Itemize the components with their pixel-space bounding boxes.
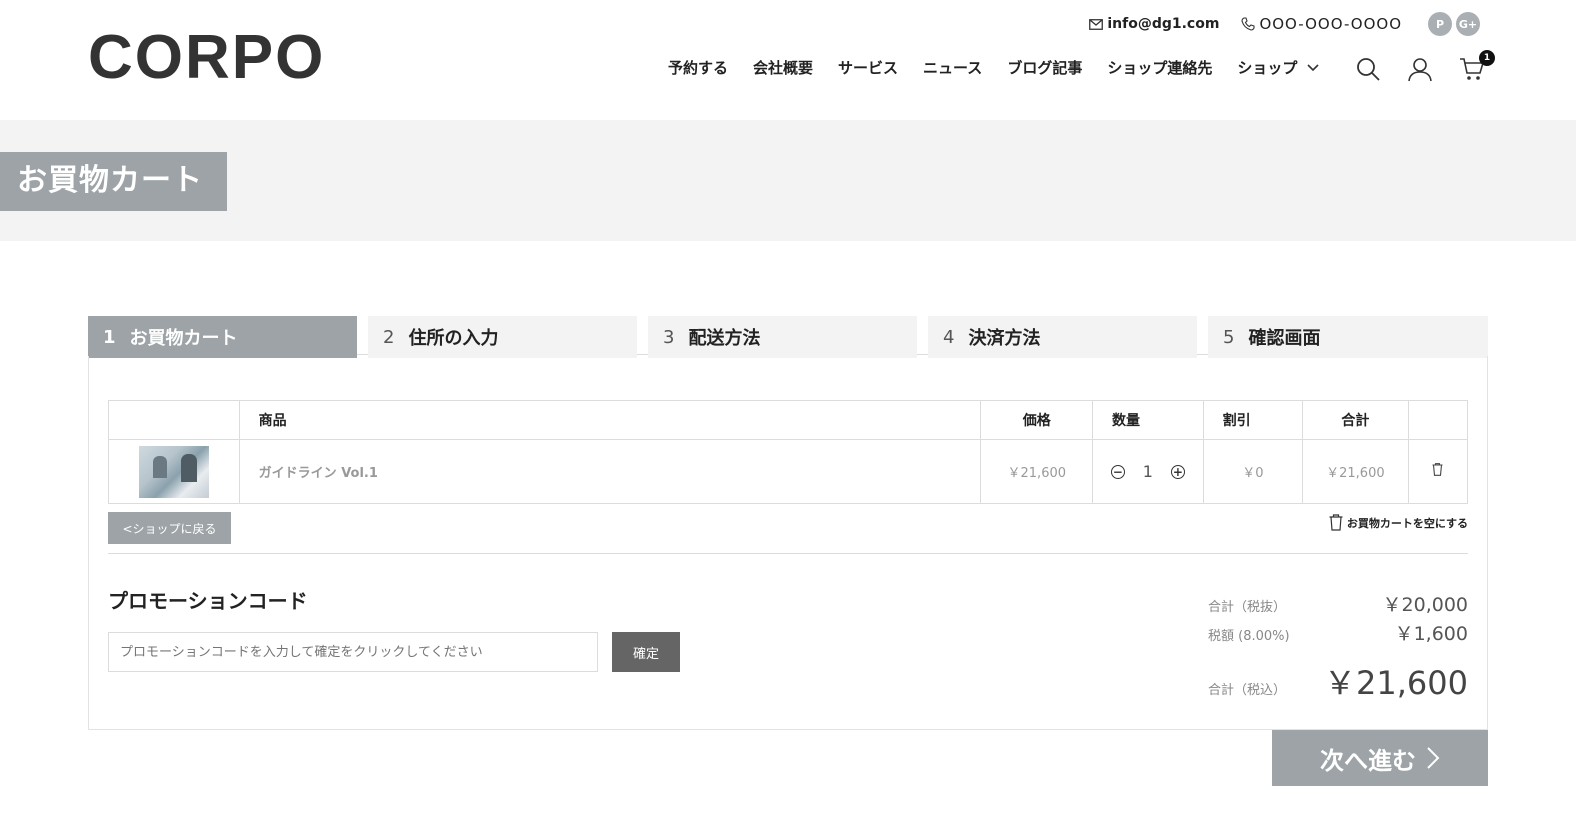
table-row: ガイドライン Vol.1 ￥21,600 − 1 + ￥0 ￥21,600 xyxy=(108,439,1469,504)
product-thumbnail[interactable] xyxy=(138,445,209,498)
grand-total-value: ￥21,600 xyxy=(1324,664,1468,702)
cart-count-badge: 1 xyxy=(1479,50,1495,66)
nav-item-service[interactable]: サービス xyxy=(838,57,898,78)
nav-item-shop-label: ショップ xyxy=(1237,59,1298,77)
col-header-image xyxy=(108,400,240,440)
next-step-label: 次へ進む xyxy=(1320,746,1416,775)
remove-item-cell xyxy=(1407,439,1469,504)
cart-table-header: 商品 価格 数量 割引 合計 xyxy=(108,400,1469,440)
col-header-qty: 数量 xyxy=(1092,400,1204,440)
col-header-product: 商品 xyxy=(238,400,982,440)
cart-icon[interactable]: 1 xyxy=(1459,50,1495,82)
order-totals: 合計（税抜） ￥20,000 税額 (8.00%) ￥1,600 合計（税込） … xyxy=(1208,590,1468,704)
grand-total-label: 合計（税込） xyxy=(1208,683,1287,698)
step-number: 4 xyxy=(943,326,955,348)
back-to-shop-button[interactable]: <ショップに戻る xyxy=(108,512,231,544)
empty-cart-button[interactable]: お買物カートを空にする xyxy=(1329,514,1468,531)
step-shipping[interactable]: 3 配送方法 xyxy=(648,316,928,358)
trash-icon[interactable] xyxy=(1432,463,1443,476)
subtotal-value: ￥20,000 xyxy=(1382,594,1468,616)
promo-code-input[interactable] xyxy=(108,632,598,672)
nav-item-blog[interactable]: ブログ記事 xyxy=(1007,57,1082,78)
product-price: ￥21,600 xyxy=(980,439,1094,504)
step-confirm[interactable]: 5 確認画面 xyxy=(1208,316,1488,358)
search-icon[interactable] xyxy=(1355,56,1381,82)
col-header-total: 合計 xyxy=(1302,400,1409,440)
nav-item-reservation[interactable]: 予約する xyxy=(668,57,728,78)
product-image-cell xyxy=(108,439,240,504)
product-discount: ￥0 xyxy=(1202,439,1304,504)
plus-icon[interactable]: + xyxy=(1170,464,1185,479)
step-connector xyxy=(637,354,648,355)
tax-value: ￥1,600 xyxy=(1394,623,1468,645)
pinterest-icon[interactable]: P xyxy=(1428,12,1452,36)
checkout-steps: 1 お買物カート 2 住所の入力 3 配送方法 4 決済方法 5 確認画面 xyxy=(88,316,1488,358)
user-icon[interactable] xyxy=(1407,56,1433,82)
step-number: 2 xyxy=(383,326,395,348)
quantity-stepper: − 1 + xyxy=(1092,439,1204,504)
phone-contact[interactable]: OOO-OOO-OOOO xyxy=(1241,15,1402,33)
email-contact[interactable]: info@dg1.com xyxy=(1089,16,1219,32)
step-address[interactable]: 2 住所の入力 xyxy=(368,316,648,358)
phone-text: OOO-OOO-OOOO xyxy=(1259,15,1402,33)
grand-total-row: 合計（税込） ￥21,600 xyxy=(1208,658,1468,704)
phone-icon xyxy=(1241,17,1255,31)
divider xyxy=(108,553,1468,554)
subtotal-row: 合計（税抜） ￥20,000 xyxy=(1208,590,1468,617)
next-step-button[interactable]: 次へ進む xyxy=(1272,730,1488,786)
step-cart[interactable]: 1 お買物カート xyxy=(88,316,368,358)
col-header-price: 価格 xyxy=(980,400,1094,440)
empty-cart-label: お買物カートを空にする xyxy=(1346,516,1468,530)
subtotal-label: 合計（税抜） xyxy=(1208,600,1287,615)
header-icons: 1 xyxy=(1355,50,1495,82)
google-plus-icon[interactable]: G+ xyxy=(1456,12,1480,36)
email-text: info@dg1.com xyxy=(1107,16,1220,32)
promo-apply-button[interactable]: 確定 xyxy=(612,632,680,672)
step-label: 確認画面 xyxy=(1248,328,1321,349)
quantity-value[interactable]: 1 xyxy=(1143,462,1153,481)
tax-row: 税額 (8.00%) ￥1,600 xyxy=(1208,619,1468,646)
step-payment[interactable]: 4 決済方法 xyxy=(928,316,1208,358)
trash-icon xyxy=(1329,514,1343,531)
cart-table: 商品 価格 数量 割引 合計 ガイドライン Vol.1 ￥21,600 − 1 … xyxy=(108,400,1469,504)
main-nav: 予約する 会社概要 サービス ニュース ブログ記事 ショップ連絡先 ショップ xyxy=(668,57,1344,78)
step-number: 1 xyxy=(103,326,116,348)
top-contact-bar: info@dg1.com OOO-OOO-OOOO P G+ xyxy=(1067,12,1480,36)
step-label: 決済方法 xyxy=(968,328,1041,349)
col-header-remove xyxy=(1407,400,1469,440)
product-name[interactable]: ガイドライン Vol.1 xyxy=(238,439,982,504)
minus-icon[interactable]: − xyxy=(1110,464,1125,479)
promo-title: プロモーションコード xyxy=(108,589,308,613)
step-connector xyxy=(357,354,368,355)
page-title-band xyxy=(0,120,1576,241)
nav-item-shop-contact[interactable]: ショップ連絡先 xyxy=(1107,57,1212,78)
nav-item-shop[interactable]: ショップ xyxy=(1237,57,1319,78)
chevron-down-icon xyxy=(1307,63,1319,71)
step-number: 3 xyxy=(663,326,675,348)
social-links: P G+ xyxy=(1424,12,1480,36)
page-title: お買物カート xyxy=(0,152,227,211)
mail-icon xyxy=(1089,18,1104,30)
col-header-discount: 割引 xyxy=(1202,400,1304,440)
cart-panel: 商品 価格 数量 割引 合計 ガイドライン Vol.1 ￥21,600 − 1 … xyxy=(88,356,1488,730)
step-label: お買物カート xyxy=(129,328,238,349)
step-number: 5 xyxy=(1223,326,1235,348)
nav-item-news[interactable]: ニュース xyxy=(923,57,982,78)
step-connector xyxy=(917,354,928,355)
step-connector xyxy=(1197,354,1208,355)
product-total: ￥21,600 xyxy=(1302,439,1409,504)
tax-label: 税額 (8.00%) xyxy=(1208,629,1290,644)
chevron-right-icon xyxy=(1427,747,1440,769)
nav-item-company[interactable]: 会社概要 xyxy=(753,57,813,78)
site-logo[interactable]: CORPO xyxy=(88,27,325,89)
step-label: 住所の入力 xyxy=(408,328,499,349)
step-label: 配送方法 xyxy=(688,328,761,349)
